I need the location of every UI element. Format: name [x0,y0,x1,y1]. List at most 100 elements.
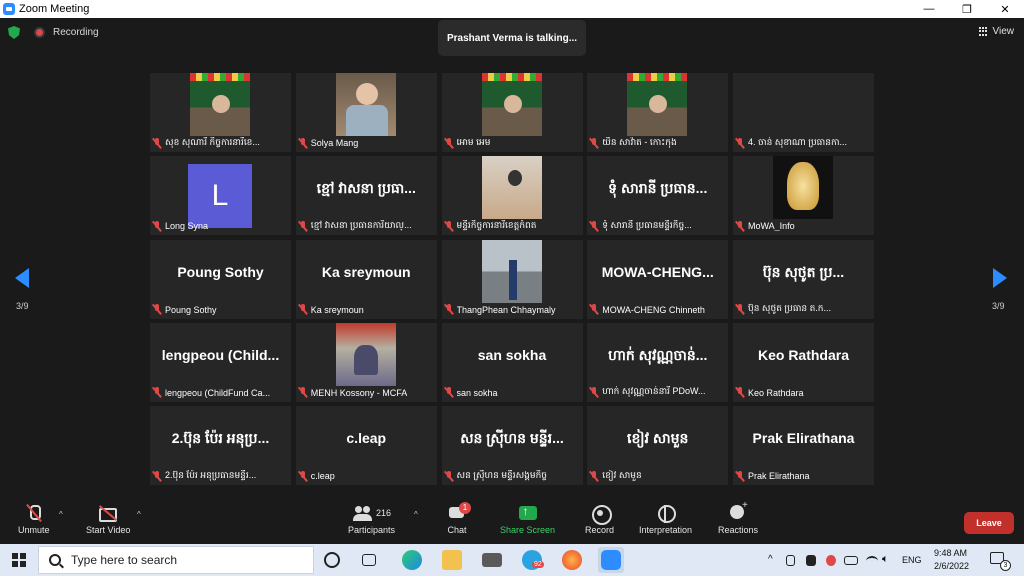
participant-tile[interactable]: មន្ទីរកិច្ចការនារីខេត្តកំពត [441,156,583,236]
muted-mic-icon [589,304,599,315]
participant-tile[interactable]: Keo Rathdara Keo Rathdara [733,322,874,402]
mail-icon[interactable] [482,553,502,567]
participant-tile[interactable]: Solya Mang [295,73,437,152]
previous-page-arrow-icon[interactable] [15,268,29,288]
participant-display-name: Prak Elirathana [752,430,855,446]
participant-tile[interactable]: Prak Elirathana Prak Elirathana [733,406,874,485]
participant-tile[interactable]: 4. ចាន់ សុខាណា ប្រធានកា... [733,73,874,152]
participant-name-label: MoWA_Info [735,219,798,233]
firefox-icon[interactable] [562,550,582,570]
participant-tile[interactable]: ខៀវ សាមួន ខៀវ សាមួន [587,406,729,485]
view-button[interactable]: View [978,26,1015,37]
participant-name: អោម អេម [456,136,491,147]
audio-options-chevron-icon[interactable]: ^ [59,510,63,519]
participant-name-label: ទុំ សារានី ប្រធានមន្ទីរកិច្ច... [589,219,694,233]
search-placeholder: Type here to search [71,553,178,567]
participant-name: Prak Elirathana [748,471,810,481]
participant-tile[interactable]: san sokha san sokha [441,322,583,402]
participant-tile[interactable]: Poung Sothy Poung Sothy [150,239,291,319]
tray-overflow-chevron-icon[interactable]: ^ [768,554,773,565]
task-view-icon[interactable] [362,554,376,566]
participant-tile[interactable]: យិន សាវ៉ាត - កោះកុង [587,73,729,152]
participant-name-label: Prak Elirathana [735,469,813,483]
participant-tile[interactable]: c.leap c.leap [295,406,437,485]
reactions-button[interactable]: Reactions [718,500,758,535]
participant-name: 4. ចាន់ សុខាណា ប្រធានកា... [748,136,848,147]
participant-tile[interactable]: MENH Kossony - MCFA [295,322,437,402]
unmute-label: Unmute [18,525,50,535]
muted-mic-icon [735,137,745,149]
participant-display-name: san sokha [477,346,547,363]
record-icon [590,504,612,525]
participant-tile[interactable]: Ka sreymoun Ka sreymoun [295,239,437,319]
wifi-icon[interactable] [866,556,878,566]
participant-name-label: អោម អេម [444,136,494,150]
participant-grid: សុខ សុណារី កិច្ចការនារីខេ... Solya Mang អោ… [150,73,874,489]
participant-tile[interactable]: MoWA_Info [733,156,874,236]
participant-tile[interactable]: lengpeou (Child... lengpeou (ChildFund Ca… [150,322,291,402]
battery-icon[interactable] [844,556,858,565]
file-explorer-icon[interactable] [442,550,462,570]
participants-label: Participants [348,525,396,535]
shield-icon[interactable] [8,26,20,39]
participant-tile[interactable]: សុខ សុណារី កិច្ចការនារីខេ... [150,73,291,152]
meeting-toolbar: Unmute ^ Start Video ^ 216 Participants … [0,500,1024,544]
taskbar-time[interactable]: 9:48 AM [934,548,967,558]
participant-tile[interactable]: អោម អេម [441,73,583,152]
record-button[interactable]: Record [585,504,614,535]
participant-display-name: 2.ប៊ុន ប៉ែរ អនុប្រ... [171,430,270,446]
cortana-icon[interactable] [324,552,340,568]
participant-tile[interactable]: ទុំ សារានី ប្រធាន... ទុំ សារានី ប្រធានមន្… [587,156,729,236]
chat-button[interactable]: 1 Chat [447,502,471,535]
maximize-button[interactable]: ❐ [952,0,982,18]
participant-video [190,73,250,136]
interpretation-button[interactable]: Interpretation [639,504,692,535]
close-button[interactable]: ✕ [990,0,1020,18]
taskbar-search-box[interactable]: Type here to search [38,546,314,574]
participant-tile[interactable]: ប៊ុន សុថូត ប្រ... ប៊ុន សុថូត ប្រធាន ត.ក..… [733,239,874,319]
chat-unread-badge: 1 [459,502,471,514]
participant-name: សន ស្រ៊ីហន មន្ទីរសង្គមកិច្ច [456,469,548,480]
participant-tile[interactable]: 2.ប៊ុន ប៉ែរ អនុប្រ... 2.ប៊ុន ប៉ែរ អនុប្រធ… [150,406,291,485]
taskbar-date[interactable]: 2/6/2022 [934,561,969,571]
edge-browser-icon[interactable] [402,550,422,570]
participant-name: Keo Rathdara [748,387,804,398]
participant-tile[interactable]: ហាក់ សុវណ្ណចាន់... ហាក់ សុវណ្ណចាន់នារី PD… [587,322,729,402]
participant-tile[interactable]: សន ស្រ៊ីហន មន្ទីរ... សន ស្រ៊ីហន មន្ទីរសង្… [441,406,583,485]
tray-device-icon[interactable] [786,555,795,566]
participant-name: san sokha [456,387,498,398]
next-page-arrow-icon[interactable] [993,268,1007,288]
tray-mic-icon[interactable] [826,555,836,566]
participant-tile[interactable]: ThangPhean Chhaymaly [441,239,583,319]
participant-name-label: មន្ទីរកិច្ចការនារីខេត្តកំពត [444,219,540,233]
participant-tile[interactable]: ខ្មៅ វាសនា ប្រធា... ខ្មៅ វាសនា ប្រធានការិ… [295,156,437,236]
windows-start-icon[interactable] [12,553,26,567]
participant-video [627,73,688,136]
muted-mic-icon [444,137,454,149]
participant-display-name: ប៊ុន សុថូត ប្រ... [762,263,845,280]
participant-tile[interactable]: MOWA-CHENG... MOWA-CHENG Chinneth [587,239,729,319]
participant-name: ThangPhean Chhaymaly [456,304,556,315]
start-video-button[interactable]: Start Video [86,504,130,535]
unmute-button[interactable]: Unmute [18,504,50,535]
minimize-button[interactable]: — [914,0,944,18]
leave-button[interactable]: Leave [964,512,1014,534]
recording-label[interactable]: Recording [53,27,99,38]
speaker-icon[interactable]: 🔈︎ [882,553,889,566]
windows-taskbar: Type here to search 92 ^ 🔈︎ ENG 9:48 AM … [0,544,1024,576]
participant-video [481,239,542,303]
tray-onedrive-icon[interactable] [806,555,816,566]
participants-options-chevron-icon[interactable]: ^ [414,510,418,519]
talking-banner: Prashant Verma is talking... [438,20,586,56]
recording-icon [34,27,45,38]
participants-button[interactable]: 216 Participants [348,504,395,535]
share-screen-button[interactable]: Share Screen [500,504,555,535]
view-label: View [992,26,1015,37]
language-indicator[interactable]: ENG [902,555,922,565]
participant-display-name: Ka sreymoun [321,263,411,280]
participant-tile[interactable]: L Long Syna [150,156,291,236]
participant-name: ប៊ុន សុថូត ប្រធាន ត.ក... [748,303,832,313]
muted-mic-icon [735,304,745,315]
participant-video [481,73,542,136]
video-options-chevron-icon[interactable]: ^ [137,510,141,519]
